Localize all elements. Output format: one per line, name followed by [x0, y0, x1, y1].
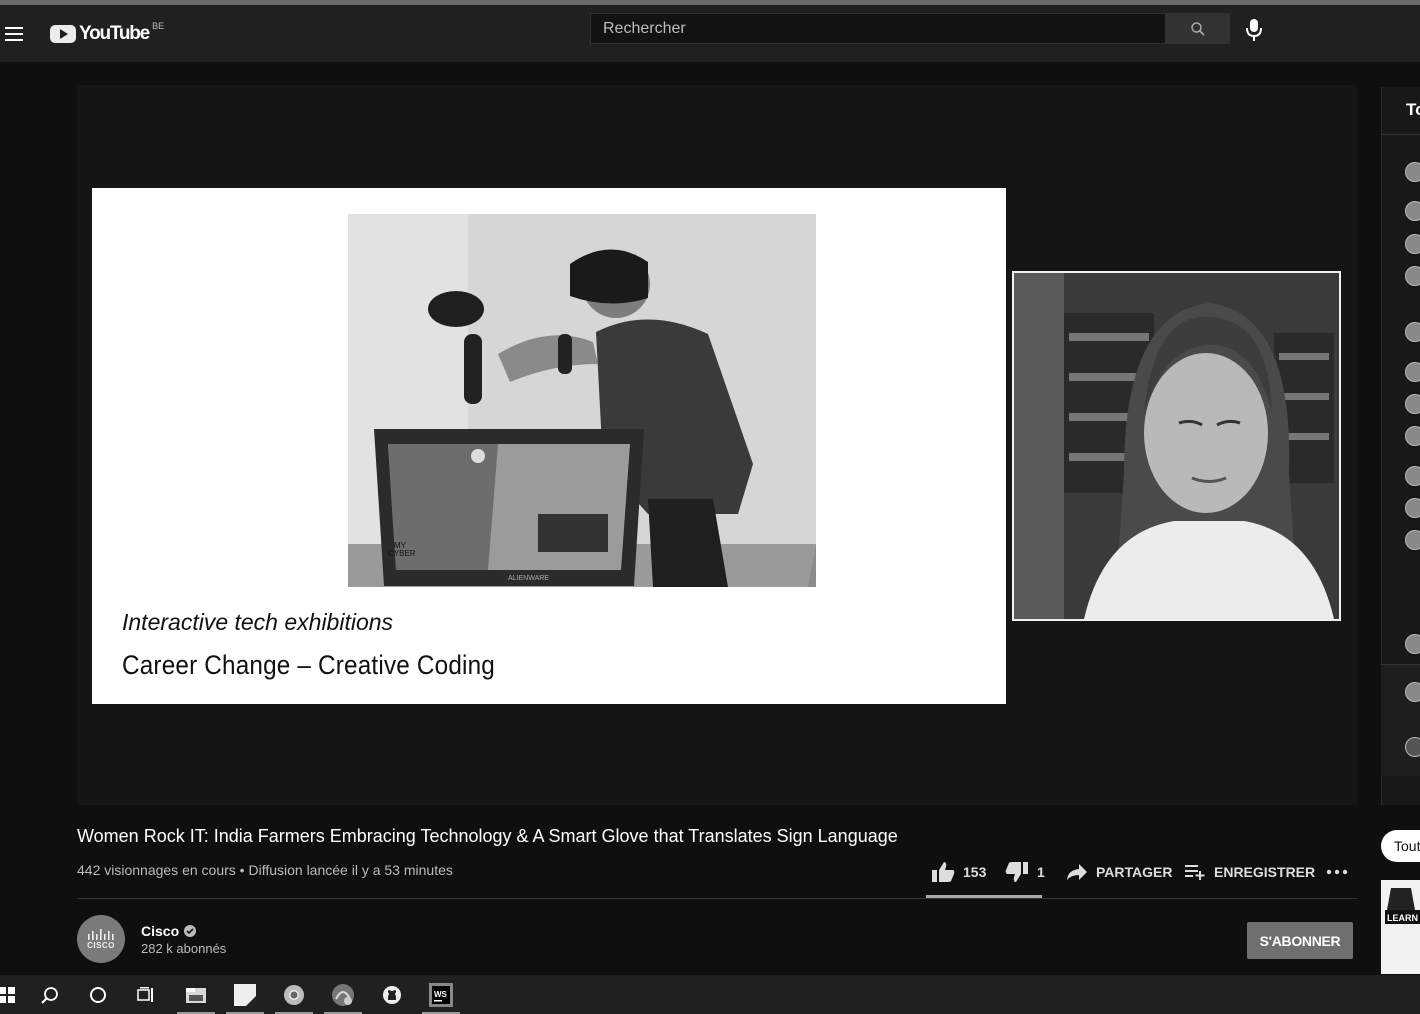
task-view-button[interactable]	[122, 975, 168, 1014]
svg-text:CYBER: CYBER	[388, 549, 416, 558]
chat-input-area	[1381, 664, 1420, 776]
start-button[interactable]	[0, 975, 30, 1014]
github-button[interactable]	[369, 975, 415, 1014]
video-player[interactable]: ALIENWARE MY CYBER Interactive tech exhi…	[77, 85, 1357, 805]
recommended-video-thumbnail[interactable]: LEARN	[1381, 880, 1420, 974]
search-box	[590, 13, 1165, 44]
file-explorer-icon	[186, 987, 206, 1003]
chat-avatar	[1405, 530, 1420, 550]
video-meta: 442 visionnages en cours • Diffusion lan…	[77, 862, 453, 878]
more-actions-button[interactable]	[1326, 858, 1356, 886]
sticky-notes-icon	[234, 983, 256, 1006]
logo-text: YouTube	[79, 23, 150, 44]
cortana-button[interactable]	[75, 975, 121, 1014]
like-count: 153	[963, 864, 987, 880]
channel-name-row[interactable]: Cisco	[141, 923, 197, 939]
channel-name[interactable]: Cisco	[141, 923, 179, 939]
chat-avatar	[1405, 162, 1420, 182]
search-icon	[41, 986, 58, 1004]
windows-taskbar: WS	[0, 975, 1420, 1014]
subscriber-count: 282 k abonnés	[141, 941, 227, 956]
chat-user-avatar	[1405, 682, 1420, 702]
app-button[interactable]	[320, 975, 366, 1014]
share-label: PARTAGER	[1096, 864, 1173, 880]
video-title: Women Rock IT: India Farmers Embracing T…	[77, 826, 898, 846]
file-explorer-button[interactable]	[173, 975, 219, 1014]
channel-avatar-text: CISCO	[87, 940, 115, 950]
youtube-logo[interactable]: YouTube BE	[50, 21, 165, 45]
slide-title: Career Change – Creative Coding	[122, 650, 495, 680]
search-input[interactable]	[603, 19, 1153, 38]
chat-header-label[interactable]: To	[1382, 87, 1420, 135]
chat-avatar	[1405, 201, 1420, 221]
slide-subtitle: Interactive tech exhibitions	[122, 609, 394, 635]
menu-icon[interactable]	[5, 27, 23, 41]
chrome-icon	[284, 984, 304, 1005]
webstorm-text: WS	[434, 990, 448, 999]
webstorm-icon: WS	[429, 982, 453, 1007]
laptop-brand: ALIENWARE	[508, 575, 549, 582]
share-icon	[1067, 864, 1087, 880]
chat-avatar	[1405, 466, 1420, 486]
speaker-webcam	[1012, 271, 1341, 621]
presentation-slide: ALIENWARE MY CYBER Interactive tech exhi…	[92, 188, 1006, 704]
search-button[interactable]	[1165, 13, 1230, 44]
thumbs-down-icon	[1005, 862, 1028, 882]
subscribe-button[interactable]: S'ABONNER	[1247, 922, 1353, 959]
cisco-logo-icon	[88, 928, 114, 940]
country-code: BE	[152, 21, 165, 31]
stream-start: Diffusion lancée il y a 53 minutes	[248, 862, 453, 878]
channel-avatar[interactable]: CISCO	[77, 915, 125, 963]
chat-avatar	[1405, 234, 1420, 254]
share-button[interactable]: PARTAGER	[1066, 858, 1172, 886]
dislike-count: 1	[1037, 864, 1045, 880]
more-horizontal-icon	[1326, 869, 1348, 875]
playlist-add-icon	[1185, 865, 1205, 880]
youtube-play-icon	[50, 25, 76, 43]
mic-button[interactable]	[1243, 18, 1265, 42]
view-count: 442 visionnages en cours	[77, 862, 236, 878]
windows-icon	[0, 986, 15, 1003]
chat-avatar	[1405, 394, 1420, 414]
task-view-icon	[137, 986, 153, 1002]
webstorm-button[interactable]: WS	[418, 975, 464, 1014]
chat-avatar	[1405, 634, 1420, 654]
divider	[77, 898, 1357, 899]
chat-avatar	[1405, 322, 1420, 342]
app-icon	[332, 983, 354, 1006]
meta-separator: •	[239, 862, 245, 878]
chat-avatar	[1405, 426, 1420, 446]
thumbs-up-icon	[932, 862, 955, 882]
chat-avatar	[1405, 498, 1420, 518]
chat-avatar	[1405, 266, 1420, 286]
verified-icon	[184, 925, 197, 937]
like-button[interactable]: 153	[931, 858, 986, 886]
thumb-text: LEARN	[1387, 913, 1418, 923]
save-label: ENREGISTRER	[1214, 864, 1316, 880]
youtube-watch-page: YouTube BE Rechercher ALIENWARE MY CYBER…	[0, 0, 1420, 1014]
vr-photo: ALIENWARE MY CYBER	[348, 214, 816, 587]
chat-avatar	[1405, 362, 1420, 382]
filter-chip-all[interactable]: Tout	[1381, 830, 1420, 862]
search-icon	[1190, 21, 1205, 36]
dislike-button[interactable]: 1	[1005, 858, 1045, 886]
chrome-button[interactable]	[271, 975, 317, 1014]
emoji-icon[interactable]	[1405, 737, 1420, 757]
mic-icon	[1246, 19, 1262, 41]
sticky-notes-button[interactable]	[222, 975, 268, 1014]
save-button[interactable]: ENREGISTRER	[1184, 858, 1315, 886]
taskbar-search[interactable]	[27, 975, 73, 1014]
cortana-icon	[90, 986, 106, 1003]
github-icon	[383, 985, 401, 1004]
